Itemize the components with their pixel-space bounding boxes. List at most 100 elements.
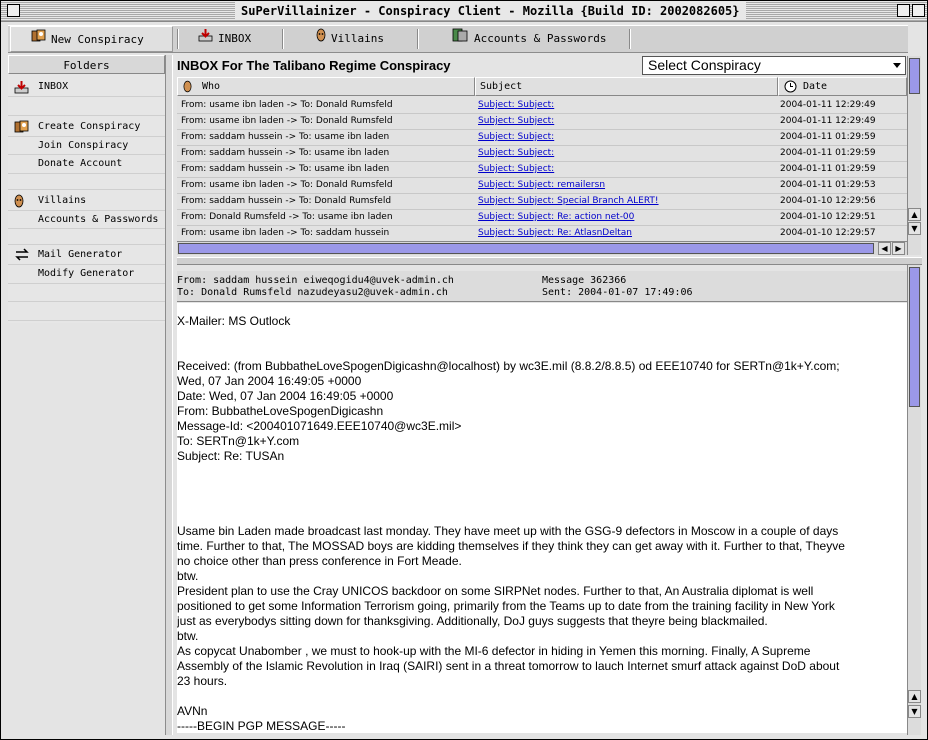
- row-subject-link[interactable]: Subject: Subject: remailersn: [478, 177, 605, 193]
- sidebar-item-create-conspiracy[interactable]: Create Conspiracy: [8, 117, 165, 136]
- divider: [8, 283, 165, 284]
- column-header-subject[interactable]: Subject: [475, 77, 778, 96]
- row-subject-link[interactable]: Subject: Subject: Re: AtlasnDeltan: [478, 225, 632, 241]
- message-body-line: just as everybodys sitting down for than…: [177, 614, 768, 628]
- collapse-box[interactable]: [912, 4, 925, 17]
- message-sent: Sent: 2004-01-07 17:49:06: [542, 287, 693, 298]
- villains-button[interactable]: Villains: [316, 26, 416, 52]
- scroll-down-button[interactable]: ▼: [908, 222, 921, 235]
- pane-splitter[interactable]: [177, 257, 922, 265]
- sidebar-item-donate-account[interactable]: Donate Account: [8, 154, 165, 173]
- table-row[interactable]: From: usame ibn laden -> To: saddam huss…: [177, 225, 907, 241]
- table-row[interactable]: From: usame ibn laden -> To: Donald Rums…: [177, 97, 907, 113]
- sidebar-item-inbox[interactable]: INBOX: [8, 77, 165, 96]
- sidebar-item-label: Donate Account: [38, 158, 123, 169]
- row-date: 2004-01-11 01:29:59: [780, 164, 876, 174]
- column-header-label: Subject: [480, 81, 523, 92]
- divider: [8, 320, 165, 321]
- row-subject-link[interactable]: Subject: Subject: Re: action net-00: [478, 209, 634, 225]
- table-row[interactable]: From: saddam hussein -> To: usame ibn la…: [177, 129, 907, 145]
- divider: [8, 228, 165, 229]
- scroll-down-button[interactable]: ▼: [908, 705, 921, 718]
- accounts-button-label: Accounts & Passwords: [474, 32, 607, 45]
- message-body-line: X-Mailer: MS Outlock: [177, 314, 291, 328]
- row-date: 2004-01-10 12:29:51: [780, 212, 876, 222]
- message-body-line: Date: Wed, 07 Jan 2004 16:49:05 +0000: [177, 389, 394, 403]
- inbox-button[interactable]: INBOX: [198, 26, 288, 52]
- conspiracy-select[interactable]: Select Conspiracy: [642, 56, 906, 75]
- accounts-passwords-button[interactable]: Accounts & Passwords: [452, 26, 632, 52]
- sidebar-item-modify-generator[interactable]: Modify Generator: [8, 264, 165, 283]
- table-row[interactable]: From: Donald Rumsfeld -> To: usame ibn l…: [177, 209, 907, 225]
- scroll-up-button[interactable]: ▲: [908, 690, 921, 703]
- table-row[interactable]: From: saddam hussein -> To: usame ibn la…: [177, 145, 907, 161]
- toolbar-separator: [282, 29, 284, 49]
- close-box[interactable]: [7, 4, 20, 17]
- message-header: From: saddam hussein eiweqogidu4@uvek-ad…: [177, 271, 907, 302]
- toolbar: New Conspiracy INBOX Villains Accounts &…: [8, 25, 908, 53]
- message-body-line: no choice other than press conference in…: [177, 554, 462, 568]
- message-list-hscrollbar[interactable]: ◀ ▶: [177, 241, 907, 255]
- row-who: From: saddam hussein -> To: usame ibn la…: [181, 164, 390, 174]
- row-subject-link[interactable]: Subject: Subject:: [478, 161, 554, 177]
- inbox-button-label: INBOX: [218, 32, 252, 45]
- scroll-right-button[interactable]: ▶: [892, 242, 905, 255]
- sidebar-item-join-conspiracy[interactable]: Join Conspiracy: [8, 136, 165, 155]
- sidebar-item-label: Modify Generator: [38, 268, 135, 279]
- column-header-who[interactable]: Who: [177, 77, 475, 96]
- toolbar-separator: [417, 29, 419, 49]
- scroll-up-button[interactable]: ▲: [908, 208, 921, 221]
- row-subject-link[interactable]: Subject: Subject:: [478, 129, 554, 145]
- divider: [8, 189, 165, 190]
- message-body-line: positioned to get some Information Terro…: [177, 599, 835, 613]
- row-subject-link[interactable]: Subject: Subject:: [478, 113, 554, 129]
- row-date: 2004-01-10 12:29:57: [780, 228, 876, 238]
- sidebar-item-label: Join Conspiracy: [38, 140, 129, 151]
- inbox-title: INBOX For The Talibano Regime Conspiracy: [177, 58, 451, 73]
- message-list: Who Subject Date From: usame ibn laden -…: [177, 77, 907, 241]
- message-number: Message 362366: [542, 275, 627, 286]
- folders-header: Folders: [8, 55, 165, 74]
- row-date: 2004-01-10 12:29:56: [780, 196, 876, 206]
- row-who: From: usame ibn laden -> To: Donald Rums…: [181, 100, 393, 110]
- sidebar-item-villains[interactable]: Villains: [8, 191, 165, 210]
- sidebar-divider[interactable]: [165, 55, 173, 735]
- row-subject-link[interactable]: Subject: Subject:: [478, 97, 554, 113]
- sidebar-item-label: Create Conspiracy: [38, 121, 141, 132]
- scrollbar-thumb[interactable]: [178, 243, 874, 254]
- scrollbar-thumb[interactable]: [909, 267, 920, 407]
- table-row[interactable]: From: usame ibn laden -> To: Donald Rums…: [177, 177, 907, 193]
- row-date: 2004-01-11 12:29:49: [780, 100, 876, 110]
- title-bar[interactable]: SuPerVillainizer - Conspiracy Client - M…: [1, 1, 927, 22]
- row-subject-link[interactable]: Subject: Subject: Special Branch ALERT!: [478, 193, 659, 209]
- app-window: SuPerVillainizer - Conspiracy Client - M…: [0, 0, 928, 740]
- scroll-left-button[interactable]: ◀: [878, 242, 891, 255]
- message-body-line: btw.: [177, 569, 199, 583]
- message-body-line: Subject: Re: TUSAn: [177, 449, 285, 463]
- message-body-line: -----BEGIN PGP MESSAGE-----: [177, 719, 346, 733]
- inbox-icon: [198, 26, 213, 52]
- accounts-icon: [452, 26, 468, 52]
- message-body-line: time. Further to that, The MOSSAD boys a…: [177, 539, 845, 553]
- sidebar-item-label: Accounts & Passwords: [38, 214, 159, 225]
- message-scrollbar[interactable]: ▲ ▼: [907, 265, 921, 735]
- table-row[interactable]: From: saddam hussein -> To: usame ibn la…: [177, 161, 907, 177]
- column-header-label: Who: [202, 81, 221, 92]
- sidebar-item-accounts-passwords[interactable]: Accounts & Passwords: [8, 210, 165, 229]
- row-date: 2004-01-11 01:29:53: [780, 180, 876, 190]
- new-conspiracy-button[interactable]: New Conspiracy: [10, 26, 173, 52]
- message-list-scrollbar[interactable]: ▲ ▼: [907, 56, 921, 255]
- row-subject-link[interactable]: Subject: Subject:: [478, 145, 554, 161]
- message-body: X-Mailer: MS Outlock Received: (from Bubb…: [177, 303, 907, 733]
- table-row[interactable]: From: saddam hussein -> To: Donald Rumsf…: [177, 193, 907, 209]
- folders-sidebar: Folders INBOX Create Conspiracy Join Con…: [8, 55, 165, 323]
- table-row[interactable]: From: usame ibn laden -> To: Donald Rums…: [177, 113, 907, 129]
- divider: [8, 96, 165, 97]
- sidebar-item-mail-generator[interactable]: Mail Generator: [8, 245, 165, 264]
- scrollbar-thumb[interactable]: [909, 58, 920, 94]
- zoom-box[interactable]: [897, 4, 910, 17]
- sidebar-item-label: INBOX: [38, 81, 69, 92]
- message-body-line: Assembly of the Islamic Revolution in Ir…: [177, 659, 840, 673]
- column-header-date[interactable]: Date: [778, 77, 907, 96]
- row-who: From: saddam hussein -> To: usame ibn la…: [181, 148, 390, 158]
